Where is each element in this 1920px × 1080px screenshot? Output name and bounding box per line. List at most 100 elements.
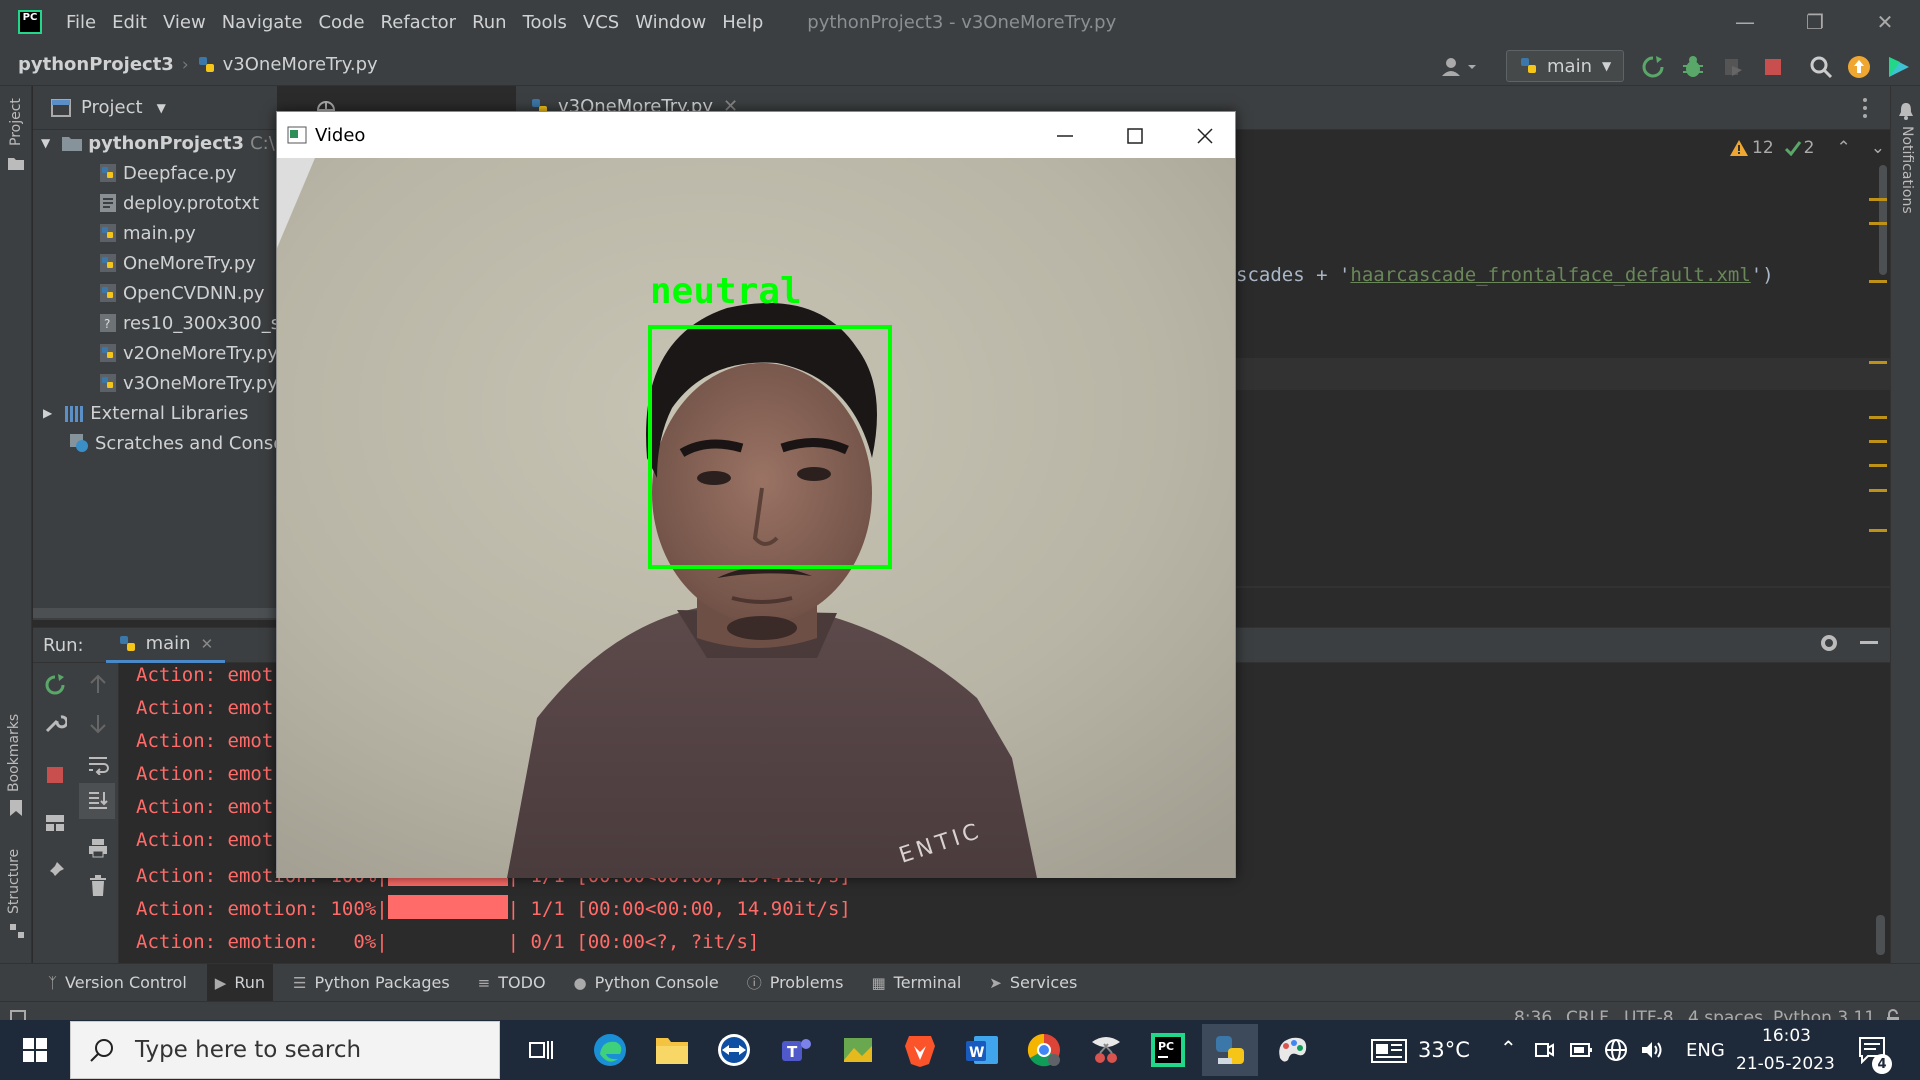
- battery-icon[interactable]: [1570, 1042, 1592, 1058]
- run-configuration-select[interactable]: main ▼: [1506, 50, 1624, 82]
- warning-marker[interactable]: [1869, 361, 1887, 364]
- maximize-icon[interactable]: [1121, 122, 1149, 150]
- search-icon[interactable]: [1808, 54, 1834, 80]
- user-account-icon[interactable]: [1440, 56, 1480, 78]
- tool-problems[interactable]: ⓘ Problems: [739, 964, 852, 1002]
- restore-icon[interactable]: ❐: [1800, 8, 1830, 36]
- warning-marker[interactable]: [1869, 529, 1887, 532]
- project-panel-title[interactable]: Project: [81, 97, 143, 118]
- chevron-up-icon[interactable]: ⌃: [1500, 1036, 1517, 1060]
- structure-icon[interactable]: [10, 924, 24, 938]
- menu-tools[interactable]: Tools: [523, 12, 567, 33]
- pin-icon[interactable]: [43, 859, 67, 883]
- breadcrumb-file[interactable]: v3OneMoreTry.py: [223, 54, 378, 75]
- menu-help[interactable]: Help: [722, 12, 763, 33]
- tool-python-console[interactable]: ● Python Console: [566, 964, 727, 1002]
- chevron-down-icon[interactable]: ▼: [157, 101, 166, 115]
- layout-icon[interactable]: [43, 811, 67, 835]
- trash-icon[interactable]: [88, 875, 108, 897]
- rerun-icon[interactable]: [43, 673, 67, 697]
- chrome-app[interactable]: [1016, 1024, 1072, 1076]
- menu-edit[interactable]: Edit: [112, 12, 147, 33]
- weather-icon[interactable]: [1370, 1038, 1408, 1064]
- horizontal-scrollbar[interactable]: [33, 608, 277, 618]
- breadcrumb-project[interactable]: pythonProject3: [18, 54, 174, 75]
- tree-root-project[interactable]: ▼ pythonProject3 C:\U: [41, 128, 288, 158]
- warning-marker[interactable]: [1869, 280, 1887, 283]
- console-scrollbar-thumb[interactable]: [1876, 915, 1885, 955]
- menu-vcs[interactable]: VCS: [583, 12, 619, 33]
- jetbrains-space-icon[interactable]: [1886, 54, 1912, 80]
- bookmarks-tool-label[interactable]: Bookmarks: [6, 714, 22, 792]
- tree-file-deepface[interactable]: Deepface.py: [99, 158, 237, 188]
- tool-python-packages[interactable]: ☰ Python Packages: [285, 964, 458, 1002]
- warning-marker[interactable]: [1869, 222, 1887, 225]
- wrench-icon[interactable]: [43, 711, 67, 735]
- more-options-icon[interactable]: [1862, 97, 1868, 119]
- minimize-icon[interactable]: [1051, 122, 1079, 150]
- inspection-widget[interactable]: 12 2 ⌃ ⌄: [1730, 138, 1885, 158]
- video-window[interactable]: Video ENTIC neutral: [276, 111, 1236, 878]
- menu-refactor[interactable]: Refactor: [381, 12, 457, 33]
- teams-app[interactable]: T: [768, 1024, 824, 1076]
- task-view-button[interactable]: [513, 1024, 569, 1076]
- stop-icon[interactable]: [1760, 54, 1786, 80]
- warning-marker[interactable]: [1869, 489, 1887, 492]
- folder-icon[interactable]: [8, 156, 24, 170]
- pycharm-app[interactable]: PC: [1140, 1024, 1196, 1076]
- input-language[interactable]: ENG: [1686, 1040, 1725, 1061]
- debug-icon[interactable]: [1680, 54, 1706, 80]
- teamviewer-app[interactable]: [706, 1024, 762, 1076]
- chevron-down-icon[interactable]: ⌄: [1871, 138, 1885, 158]
- arrow-up-icon[interactable]: [87, 673, 109, 695]
- arrow-down-icon[interactable]: [87, 713, 109, 735]
- tree-scratches[interactable]: Scratches and Consoles: [69, 428, 310, 458]
- notification-bell-icon[interactable]: [1898, 102, 1914, 120]
- notifications-tool-label[interactable]: Notifications: [1899, 126, 1915, 214]
- project-tool-label[interactable]: Project: [8, 98, 24, 146]
- tree-file-deploy[interactable]: deploy.prototxt: [99, 188, 259, 218]
- menu-file[interactable]: File: [66, 12, 96, 33]
- word-app[interactable]: W: [954, 1024, 1010, 1076]
- volume-icon[interactable]: [1640, 1040, 1664, 1060]
- warning-marker[interactable]: [1869, 440, 1887, 443]
- warning-marker[interactable]: [1869, 198, 1887, 201]
- tree-file-v2onemoretry[interactable]: v2OneMoreTry.py: [99, 338, 278, 368]
- tree-file-main[interactable]: main.py: [99, 218, 196, 248]
- tree-file-opencvdnn[interactable]: OpenCVDNN.py: [99, 278, 265, 308]
- tool-run[interactable]: ▶ Run: [206, 963, 274, 1002]
- warning-marker[interactable]: [1869, 416, 1887, 419]
- clock-date[interactable]: 21-05-2023: [1736, 1054, 1835, 1074]
- warning-marker[interactable]: [1869, 464, 1887, 467]
- close-icon[interactable]: ✕: [1870, 8, 1900, 36]
- tree-external-libraries[interactable]: ▶ External Libraries: [43, 398, 248, 428]
- bookmark-icon[interactable]: [10, 800, 22, 816]
- edge-app[interactable]: [582, 1024, 638, 1076]
- minimize-panel-icon[interactable]: [1860, 641, 1878, 644]
- minimize-icon[interactable]: —: [1730, 8, 1760, 36]
- scroll-to-end-icon[interactable]: [87, 789, 109, 811]
- menu-window[interactable]: Window: [635, 12, 706, 33]
- tool-todo[interactable]: ≡ TODO: [470, 964, 554, 1002]
- tool-terminal[interactable]: ▦ Terminal: [863, 964, 969, 1002]
- taskbar-search[interactable]: Type here to search: [70, 1021, 500, 1079]
- stop-icon[interactable]: [45, 765, 65, 785]
- editor-scrollbar-thumb[interactable]: [1879, 165, 1887, 275]
- snipping-tool-app[interactable]: [1078, 1024, 1134, 1076]
- tree-file-v3onemoretry[interactable]: v3OneMoreTry.py: [99, 368, 278, 398]
- run-tab-main[interactable]: main ✕: [105, 627, 226, 663]
- clock-time[interactable]: 16:03: [1762, 1026, 1811, 1046]
- network-globe-icon[interactable]: [1604, 1038, 1628, 1062]
- file-explorer-app[interactable]: [644, 1024, 700, 1076]
- pycharm-logo-icon[interactable]: PC: [18, 10, 42, 34]
- structure-tool-label[interactable]: Structure: [6, 849, 22, 914]
- close-tab-icon[interactable]: ✕: [201, 635, 214, 653]
- brave-app[interactable]: [892, 1024, 948, 1076]
- tree-file-res10[interactable]: ? res10_300x300_ssd: [99, 308, 301, 338]
- tree-file-onemoretry[interactable]: OneMoreTry.py: [99, 248, 256, 278]
- menu-run[interactable]: Run: [472, 12, 507, 33]
- update-icon[interactable]: [1846, 54, 1872, 80]
- print-icon[interactable]: [87, 837, 109, 859]
- close-icon[interactable]: [1191, 122, 1219, 150]
- chevron-down-icon[interactable]: ▼: [41, 136, 50, 150]
